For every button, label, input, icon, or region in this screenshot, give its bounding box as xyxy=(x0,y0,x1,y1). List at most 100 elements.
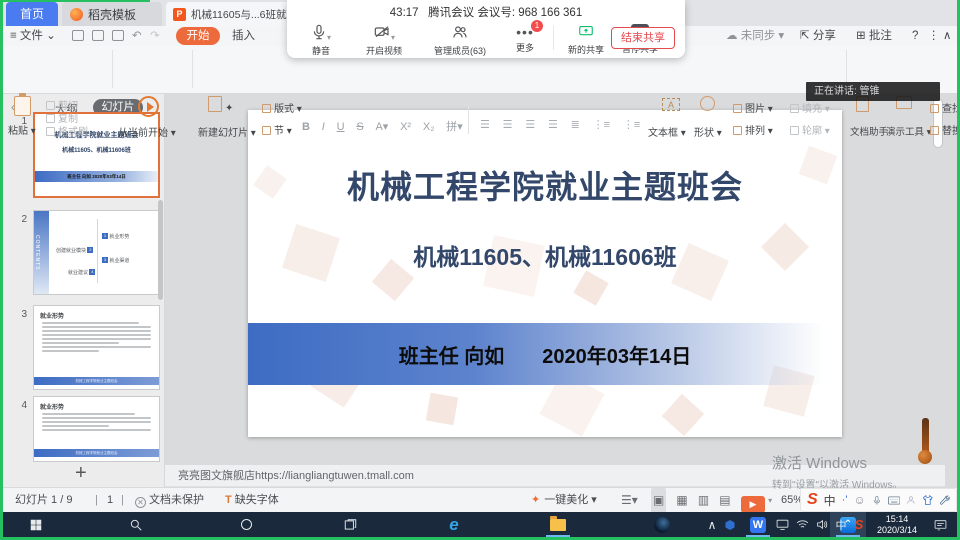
textbox-icon[interactable]: A xyxy=(648,98,694,113)
task-view-button[interactable] xyxy=(332,512,368,537)
normal-view-icon[interactable]: ▣ xyxy=(651,488,666,513)
subscript-button[interactable]: X₂ xyxy=(423,121,435,133)
taskbar-app-dark-circle[interactable] xyxy=(644,512,680,537)
tray-sogou-icon[interactable]: S xyxy=(850,512,868,537)
italic-button[interactable]: I xyxy=(322,121,325,133)
format-painter-button[interactable]: 格式刷 xyxy=(46,123,88,138)
present-tools-button[interactable]: 演示工具 ▾ xyxy=(886,124,931,138)
tab-docer[interactable]: 稻壳模板 xyxy=(62,2,162,26)
action-center-button[interactable] xyxy=(928,512,952,537)
ribbon-tab-insert[interactable]: 插入 xyxy=(232,26,255,46)
shapes-icon[interactable] xyxy=(700,96,715,114)
more-menu-icon[interactable]: ⋮ xyxy=(928,26,940,46)
textbox-button[interactable]: 文本框 ▾ xyxy=(648,124,686,139)
reading-view-icon[interactable]: ▥ xyxy=(698,488,709,513)
user-icon[interactable] xyxy=(906,494,916,506)
numbering-icon[interactable]: ⋮≡ xyxy=(623,118,640,131)
tray-network-icon[interactable] xyxy=(792,512,812,537)
tray-volume-icon[interactable] xyxy=(812,512,832,537)
align-left-icon[interactable]: ☰ xyxy=(480,118,490,131)
strikethrough-button[interactable]: S xyxy=(356,121,363,133)
align-center-icon[interactable]: ☰ xyxy=(503,118,513,131)
sogou-logo-icon[interactable]: S xyxy=(807,491,818,509)
paste-icon[interactable] xyxy=(14,96,31,116)
missing-font-status[interactable]: T缺失字体 xyxy=(225,488,279,513)
outline-button[interactable]: 轮廓 ▾ xyxy=(790,122,830,137)
pointer-pen-icon[interactable] xyxy=(922,418,929,454)
slide-thumbnail-3[interactable]: 就业形势 机械工程学院就业主题班会 xyxy=(33,305,160,390)
voice-input-icon[interactable] xyxy=(872,494,882,507)
replace-button[interactable]: 替换 xyxy=(930,122,960,137)
play-from-current-icon[interactable] xyxy=(138,96,159,117)
cloud-sync-icon[interactable]: ☁ 未同步 ▾ xyxy=(726,26,784,46)
undo-icon[interactable]: ↶ xyxy=(132,26,142,46)
video-button[interactable]: ▾ 开启视频 xyxy=(353,24,415,57)
picture-button[interactable]: 图片 ▾ xyxy=(733,100,773,115)
bold-button[interactable]: B xyxy=(302,121,310,133)
ime-punctuation-icon[interactable]: ·' xyxy=(842,494,848,506)
sorter-view-icon[interactable]: ▦ xyxy=(676,488,687,513)
settings-wrench-icon[interactable] xyxy=(939,494,950,506)
section-button[interactable]: 节 ▾ xyxy=(262,122,292,137)
file-menu[interactable]: ≡ 文件 ⌄ xyxy=(10,26,56,46)
tray-ime-lang[interactable]: 中 xyxy=(832,512,850,537)
members-button[interactable]: 管理成员(63) xyxy=(425,24,495,57)
cortana-button[interactable] xyxy=(228,512,264,537)
play-slideshow-button[interactable]: ▶ ▾ xyxy=(741,488,772,513)
save-icon[interactable] xyxy=(72,30,84,41)
share-button[interactable]: ⇱ 分享 xyxy=(800,26,836,46)
tray-app-icon[interactable] xyxy=(721,512,739,537)
add-slide-button[interactable]: + xyxy=(75,462,87,485)
skin-tshirt-icon[interactable] xyxy=(922,494,934,506)
emoji-icon[interactable]: ☺ xyxy=(853,493,865,507)
shapes-button[interactable]: 形状 ▾ xyxy=(694,124,722,139)
pinyin-button[interactable]: 拼▾ xyxy=(446,121,463,133)
soft-keyboard-icon[interactable] xyxy=(888,495,900,506)
mute-button[interactable]: ▾ 静音 xyxy=(295,24,347,57)
align-right-icon[interactable]: ☰ xyxy=(525,118,535,131)
taskbar-file-explorer[interactable] xyxy=(540,512,576,537)
bullets-icon[interactable]: ⋮≡ xyxy=(593,118,610,131)
tab-home[interactable]: 首页 xyxy=(6,2,58,26)
redo-icon[interactable]: ↷ xyxy=(150,26,160,46)
taskbar-wps[interactable]: W xyxy=(740,512,776,537)
find-button[interactable]: 查找 xyxy=(930,100,960,115)
ribbon-tab-start[interactable]: 开始 xyxy=(176,27,220,45)
slide-thumbnail-4[interactable]: 就业形势 机械工程学院就业主题班会 xyxy=(33,396,160,462)
tray-clock[interactable]: 15:14 2020/3/14 xyxy=(868,512,926,537)
slide-canvas[interactable]: 机械工程学院就业主题班会 机械11605、机械11606班 班主任 向如 202… xyxy=(248,110,842,437)
help-button[interactable]: ? xyxy=(912,26,918,46)
fill-button[interactable]: 填充 ▾ xyxy=(790,100,830,115)
start-button[interactable] xyxy=(18,512,54,537)
comment-button[interactable]: ⊞ 批注 xyxy=(856,26,892,46)
end-share-button[interactable]: 结束共享 xyxy=(611,27,675,49)
superscript-button[interactable]: X² xyxy=(400,121,411,133)
paste-button[interactable]: 粘贴 ▾ xyxy=(8,122,36,137)
print-icon[interactable] xyxy=(92,30,104,41)
notes-button[interactable]: ☰▾ xyxy=(621,488,645,513)
play-from-current-button[interactable]: 从当前开始 ▾ xyxy=(118,124,176,139)
slide-thumbnail-2[interactable]: CONTENTS 1 就业形势 创建就业模块 2 3 就业渠道 就业建议 4 xyxy=(33,210,160,295)
new-slide-icon[interactable]: ✦ xyxy=(208,96,233,114)
search-button[interactable] xyxy=(118,512,154,537)
collapse-ribbon-icon[interactable]: ∧ xyxy=(943,26,951,46)
new-slide-button[interactable]: 新建幻灯片 ▾ xyxy=(198,124,256,139)
sidebar-scrollbar[interactable] xyxy=(158,200,163,300)
align-justify-icon[interactable]: ☰ xyxy=(548,118,558,131)
more-button[interactable]: ••• 1 更多 xyxy=(505,24,545,54)
ime-lang-indicator[interactable]: 中 xyxy=(824,492,836,509)
new-share-button[interactable]: 新的共享 xyxy=(559,24,613,56)
tray-cast-icon[interactable] xyxy=(772,512,792,537)
tray-expand-icon[interactable]: ∧ xyxy=(703,512,721,537)
doc-protect-status[interactable]: ✕文档未保护 xyxy=(135,488,204,513)
beautify-button[interactable]: ✦一键美化 ▾ xyxy=(531,488,597,513)
arrange-button[interactable]: 排列 ▾ xyxy=(733,122,773,137)
slideshow-view-icon[interactable]: ▤ xyxy=(719,488,730,513)
layout-button[interactable]: 版式 ▾ xyxy=(262,100,302,115)
line-spacing-icon[interactable]: ≣ xyxy=(571,118,580,131)
taskbar-edge[interactable]: e xyxy=(436,512,472,537)
font-color-button[interactable]: A▾ xyxy=(375,121,388,133)
doc-assistant-button[interactable]: 文档助手 xyxy=(850,124,888,138)
print-preview-icon[interactable] xyxy=(112,30,124,41)
underline-button[interactable]: U xyxy=(337,121,345,133)
